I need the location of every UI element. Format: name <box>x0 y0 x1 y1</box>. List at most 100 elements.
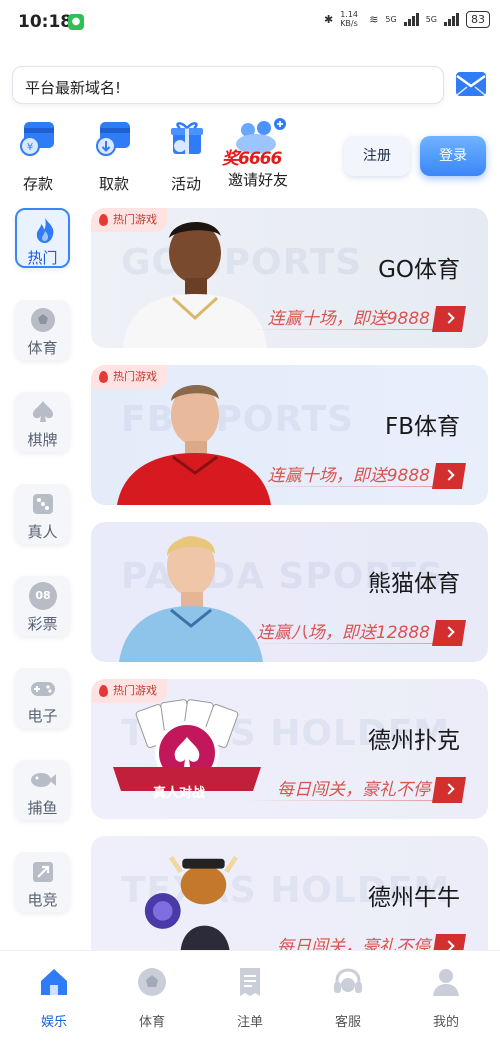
nav-bets-label: 注单 <box>236 1015 263 1030</box>
category-chess-cards[interactable]: 棋牌 <box>15 392 70 452</box>
game-card-texas-poker[interactable]: TEXAS HOLDEM 真人对战 热门游戏 德州扑克 每日闯关，豪礼不停 <box>91 679 488 819</box>
register-button[interactable]: 注册 <box>344 136 410 176</box>
battery-indicator: 83 <box>466 10 490 28</box>
category-hot-label: 热门 <box>27 249 58 267</box>
notice-text: 平台最新域名! <box>25 79 122 97</box>
quick-activity[interactable]: 活动 <box>160 118 212 194</box>
quick-withdraw-label: 取款 <box>98 175 129 193</box>
card-promo: 每日闯关，豪礼不停 <box>277 937 430 950</box>
category-lottery-label: 彩票 <box>27 615 58 633</box>
football-icon <box>31 308 55 332</box>
category-live-label: 真人 <box>27 523 58 541</box>
card-enter-arrow-icon[interactable] <box>432 777 466 803</box>
poker-art-label: 真人对战 <box>153 786 206 801</box>
status-bar: 10:18 ● ✱ 1.14 KB/s ≋ 5G 5G 83 <box>0 0 500 44</box>
promo-underline <box>246 329 436 330</box>
status-time: 10:18 <box>18 12 73 32</box>
nav-me[interactable]: 我的 <box>416 965 476 1030</box>
login-button[interactable]: 登录 <box>420 136 486 176</box>
quick-deposit-label: 存款 <box>22 175 53 193</box>
game-card-go-sports[interactable]: GO SPORTS 热门游戏 GO体育 连赢十场，即送9888 <box>91 208 488 348</box>
category-live[interactable]: 真人 <box>15 484 70 544</box>
home-icon <box>41 969 67 995</box>
nav-sports[interactable]: 体育 <box>122 965 182 1030</box>
game-card-panda-sports[interactable]: PANDA SPORTS 熊猫体育 连赢八场，即送12888 <box>91 522 488 662</box>
headset-icon <box>334 968 362 993</box>
card-enter-arrow-icon[interactable] <box>432 934 466 950</box>
notice-bar[interactable]: 平台最新域名! <box>12 66 444 104</box>
hot-tag: 热门游戏 <box>91 208 167 232</box>
category-esports[interactable]: 电竞 <box>15 852 70 912</box>
spade-icon <box>32 401 54 422</box>
quick-activity-label: 活动 <box>170 175 201 193</box>
card-promo: 连赢十场，即送9888 <box>267 309 430 329</box>
category-slots[interactable]: 电子 <box>15 668 70 728</box>
user-icon <box>433 969 459 996</box>
quick-withdraw[interactable]: 取款 <box>88 118 140 194</box>
category-fishing[interactable]: 捕鱼 <box>15 760 70 820</box>
card-promo: 连赢八场，即送12888 <box>256 623 430 643</box>
bluetooth-icon: ✱ <box>323 12 334 26</box>
card-promo: 每日闯关，豪礼不停 <box>277 780 430 800</box>
game-card-texas-niuniu[interactable]: TEXAS HOLDEM 德州牛牛 每日闯关，豪礼不停 <box>91 836 488 950</box>
card-promo: 连赢十场，即送9888 <box>267 466 430 486</box>
flame-icon <box>36 218 54 243</box>
mail-icon[interactable] <box>454 68 488 100</box>
svg-text:¥: ¥ <box>27 142 33 153</box>
bottom-nav: 娱乐 体育 注单 客服 我的 <box>0 950 500 1055</box>
invite-friends-icon: 奖6666 <box>222 118 286 169</box>
withdraw-card-icon <box>96 122 130 156</box>
category-slots-label: 电子 <box>27 707 58 725</box>
card-enter-arrow-icon[interactable] <box>432 620 466 646</box>
wifi-icon: ≋ <box>369 12 379 26</box>
gift-icon <box>171 122 203 154</box>
card-title: 熊猫体育 <box>368 571 460 597</box>
deposit-wallet-icon: ¥ <box>20 122 54 156</box>
category-sports[interactable]: 体育 <box>15 300 70 360</box>
nav-sports-label: 体育 <box>138 1015 165 1030</box>
network-type-1: 5G <box>385 14 397 24</box>
card-title: 德州牛牛 <box>368 885 460 911</box>
card-title: FB体育 <box>384 414 460 440</box>
status-right: ✱ 1.14 KB/s ≋ 5G 5G 83 <box>324 10 490 28</box>
invite-bonus-badge: 奖6666 <box>222 149 282 169</box>
signal-icon-2 <box>444 12 459 26</box>
quick-invite[interactable]: 奖6666 邀请好友 <box>222 118 289 190</box>
promo-underline <box>246 800 436 801</box>
category-esports-label: 电竞 <box>27 891 58 909</box>
quick-invite-label: 邀请好友 <box>228 171 289 189</box>
category-hot[interactable]: 热门 <box>15 208 70 268</box>
nav-me-label: 我的 <box>432 1015 459 1030</box>
promo-underline <box>246 486 436 487</box>
network-type-2: 5G <box>425 14 437 24</box>
wechat-icon: ● <box>68 14 84 30</box>
nav-bets[interactable]: 注单 <box>220 965 280 1030</box>
card-title: 德州扑克 <box>368 728 460 754</box>
hot-tag: 热门游戏 <box>91 679 167 703</box>
nav-support-label: 客服 <box>334 1015 361 1030</box>
category-fishing-label: 捕鱼 <box>27 799 58 817</box>
signal-icon <box>403 12 419 26</box>
football-player-blue-kit <box>119 536 263 662</box>
category-sports-label: 体育 <box>27 339 58 357</box>
game-card-fb-sports[interactable]: FB SPORTS 热门游戏 FB体育 连赢十场，即送9888 <box>91 365 488 505</box>
ball-icon <box>138 968 166 996</box>
category-chess-cards-label: 棋牌 <box>27 431 58 449</box>
gamepad-icon <box>31 682 55 696</box>
cartoon-bull-chips <box>144 855 239 950</box>
hot-tag: 热门游戏 <box>91 365 167 389</box>
nav-support[interactable]: 客服 <box>318 965 378 1030</box>
receipt-icon <box>240 968 260 996</box>
esports-icon <box>33 862 53 882</box>
quick-deposit[interactable]: ¥ 存款 <box>12 118 64 194</box>
lottery-ball-number: 08 <box>35 589 51 602</box>
card-title: GO体育 <box>378 257 460 283</box>
category-lottery[interactable]: 08 彩票 <box>15 576 70 636</box>
dice-icon <box>33 494 53 514</box>
nav-entertainment[interactable]: 娱乐 <box>24 965 84 1030</box>
card-enter-arrow-icon[interactable] <box>432 463 466 489</box>
promo-underline <box>246 643 436 644</box>
card-enter-arrow-icon[interactable] <box>432 306 466 332</box>
lottery-ball-icon: 08 <box>29 582 57 610</box>
net-speed: 1.14 KB/s <box>340 10 358 28</box>
